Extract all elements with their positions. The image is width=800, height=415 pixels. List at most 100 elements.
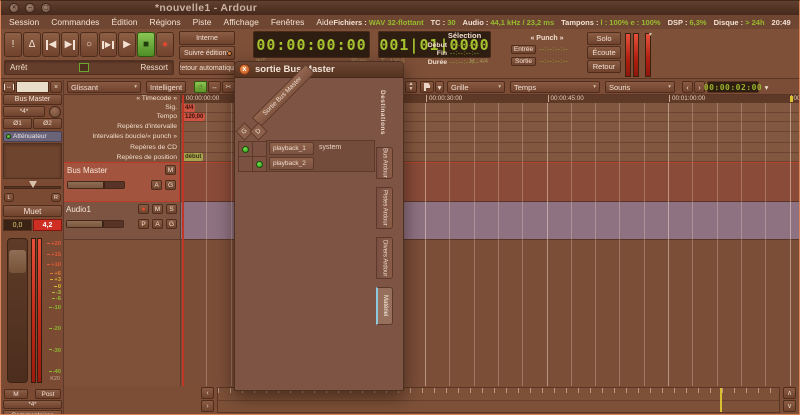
menu-session[interactable]: Session (9, 17, 39, 27)
follow-edits-button[interactable]: Suivre éditions (179, 46, 235, 60)
ruler-label[interactable]: Intervalles boucle/« punch » (63, 131, 180, 142)
menu-piste[interactable]: Piste (193, 17, 212, 27)
scroll-down-button[interactable]: ∨ (783, 400, 796, 412)
selection-end-value[interactable]: --:--:--:-- (450, 50, 479, 57)
track-level-slider[interactable] (66, 220, 124, 228)
selection-length-value[interactable]: --:--:--:-- (450, 59, 479, 66)
shuttle-control[interactable]: Arrêt Ressort (4, 60, 174, 75)
menu-commandes[interactable]: Commandes (51, 17, 99, 27)
shrink-strip-button[interactable]: ↔ (3, 81, 15, 93)
nudge-clock-chevron-icon[interactable]: ▾ (762, 81, 771, 93)
smart-mode-button[interactable]: Intelligent (146, 81, 186, 93)
ruler-label[interactable]: Repères d'intervalle (63, 121, 180, 131)
automation-button[interactable]: A (152, 219, 163, 229)
comments-button[interactable]: Commentaires (3, 410, 62, 415)
playlist-button[interactable]: P (138, 219, 149, 229)
metronome-button[interactable]: Δ (23, 32, 41, 57)
meter-type-label[interactable]: K20 (50, 376, 60, 382)
tempo-marker[interactable]: 120,00 (183, 113, 205, 121)
tab-matériel[interactable]: Matériel (376, 287, 393, 325)
menu-fenêtres[interactable]: Fenêtres (271, 17, 305, 27)
auto-return-button[interactable]: Retour automatique (179, 61, 235, 75)
grab-tool-button[interactable]: ☝ (194, 81, 207, 93)
mute-button[interactable]: M (152, 204, 163, 214)
scroll-left-button[interactable]: ‹ (201, 387, 214, 399)
close-window-icon[interactable]: ✕ (9, 3, 19, 13)
track-name[interactable]: Bus Master (67, 166, 107, 175)
group-button[interactable]: G (166, 219, 177, 229)
output-button[interactable]: *4* (3, 106, 45, 117)
goto-start-button[interactable]: ◀ (42, 32, 60, 57)
nudge-back-button[interactable]: ‹ (682, 81, 693, 93)
pan-left-button[interactable]: L (4, 193, 14, 202)
loop-button[interactable]: ○ (80, 32, 98, 57)
port-playback-2[interactable]: playback_2 (269, 157, 314, 170)
pan-pointer[interactable] (29, 181, 37, 188)
matrix-cell[interactable] (252, 141, 267, 157)
ruler-label[interactable]: Repères de position (63, 152, 180, 162)
stop-button[interactable]: ■ (137, 32, 155, 57)
close-strip-button[interactable]: × (50, 81, 62, 93)
matrix-cell[interactable] (238, 141, 253, 157)
matrix-cell[interactable] (238, 156, 253, 172)
menu-affichage[interactable]: Affichage (224, 17, 259, 27)
play-selection-button[interactable]: ▶ (99, 32, 117, 57)
punch-out-button[interactable]: Sortie (511, 57, 536, 66)
phase-1-button[interactable]: Ø1 (3, 118, 32, 129)
record-button[interactable]: ● (156, 32, 174, 57)
meter-marker[interactable]: 4/4 (183, 104, 195, 112)
midi-panic-button[interactable]: ! (4, 32, 22, 57)
nudge-clock[interactable]: 00:00:02:00 (707, 81, 759, 93)
output-bottom-button[interactable]: *4* (3, 400, 62, 409)
nudge-stepper-button[interactable]: ▲▼ (405, 81, 417, 93)
tab-pistes-ardour[interactable]: Pistes Ardour (376, 187, 393, 229)
processor-box[interactable] (3, 143, 62, 179)
session-end-marker[interactable] (790, 96, 793, 102)
ruler-label[interactable]: Tempo (63, 112, 180, 121)
strip-name-button[interactable]: Bus Master (3, 94, 62, 105)
save-view-button[interactable] (420, 81, 434, 93)
range-tool-button[interactable]: ↔ (208, 81, 221, 93)
phase-2-button[interactable]: Ø2 (33, 118, 62, 129)
matrix-cell[interactable] (252, 156, 267, 172)
track-name[interactable]: Audio1 (66, 205, 91, 214)
peak-display[interactable]: 4,2 (33, 219, 62, 231)
edit-mode-select[interactable]: Glissant▾ (67, 81, 141, 93)
dialog-title-bar[interactable]: x sortie Bus Master (235, 62, 403, 78)
playhead[interactable] (182, 94, 184, 386)
pan-right-button[interactable]: R (51, 193, 61, 202)
record-arm-button[interactable]: ● (138, 204, 149, 214)
track-header-audio1[interactable]: Audio1 ● M S P A G (63, 202, 180, 240)
selection-start-value[interactable]: --:--:--:-- (450, 42, 479, 49)
punch-in-button[interactable]: Entrée (511, 45, 536, 54)
solo-button[interactable]: S (166, 204, 177, 214)
port-playback-1[interactable]: playback_1 (269, 142, 314, 155)
menu-régions[interactable]: Régions (149, 17, 180, 27)
scroll-up-button[interactable]: ∧ (783, 387, 796, 399)
grid-time-select[interactable]: Temps▾ (510, 81, 600, 93)
close-icon[interactable]: x (239, 64, 250, 75)
processor-led[interactable] (6, 134, 11, 139)
track-color-swatch[interactable] (16, 81, 49, 93)
tab-divers-ardour[interactable]: Divers Ardour (376, 237, 393, 279)
view-chevron-icon[interactable]: ▾ (435, 81, 444, 93)
goto-end-button[interactable]: ▶ (61, 32, 79, 57)
ruler-label[interactable]: « Timecode » (63, 94, 180, 103)
mono-button[interactable]: M (4, 389, 28, 399)
punch-out-value[interactable]: --:--:--:-- (539, 58, 568, 65)
scroll-right-button[interactable]: › (201, 400, 214, 412)
gain-fader[interactable] (7, 238, 28, 383)
mute-button[interactable]: Muet (3, 205, 62, 217)
track-level-slider[interactable] (67, 181, 125, 189)
start-marker[interactable]: début (183, 153, 203, 161)
feedback-button[interactable]: Retour (587, 60, 621, 73)
punch-in-value[interactable]: --:--:--:-- (539, 46, 568, 53)
menu-aide[interactable]: Aide (316, 17, 333, 27)
ruler-label[interactable]: Sig. (63, 103, 180, 112)
meter-options-chevron-icon[interactable]: ▾ (649, 31, 652, 38)
track-header-bus-master[interactable]: Bus Master M A G (63, 162, 180, 202)
automation-button[interactable]: A (151, 180, 162, 190)
play-button[interactable]: ▶ (118, 32, 136, 57)
meter-point-button[interactable]: Post (35, 389, 61, 399)
menu-édition[interactable]: Édition (111, 17, 137, 27)
